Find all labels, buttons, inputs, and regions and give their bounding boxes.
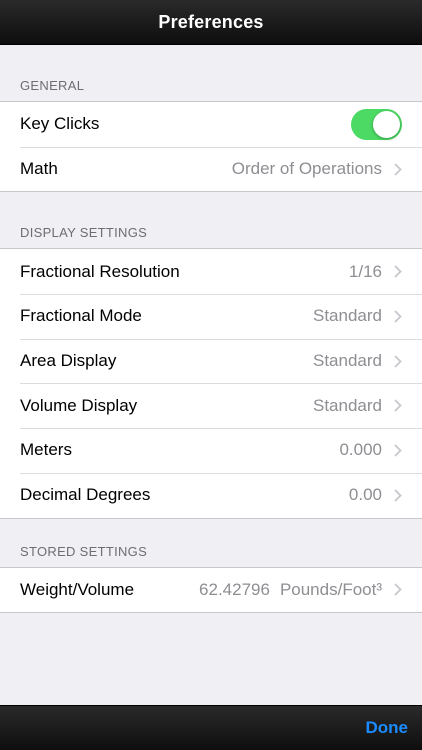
section-header-general: GENERAL bbox=[20, 78, 85, 93]
meters-value: 0.000 bbox=[339, 440, 382, 460]
page-title: Preferences bbox=[158, 11, 264, 32]
group-general: Key Clicks Math Order of Operations bbox=[0, 101, 422, 193]
fractional-mode-value: Standard bbox=[313, 306, 382, 326]
chevron-right-icon bbox=[382, 489, 402, 502]
section-header-display: DISPLAY SETTINGS bbox=[20, 225, 148, 241]
weight-volume-number: 62.42796 bbox=[199, 579, 270, 599]
row-meters[interactable]: Meters 0.000 bbox=[0, 428, 422, 473]
volume-display-value: Standard bbox=[313, 395, 382, 415]
math-value: Order of Operations bbox=[231, 159, 382, 179]
bottom-toolbar: Done bbox=[0, 705, 422, 750]
chevron-right-icon bbox=[382, 310, 402, 323]
weight-volume-unit: Pounds/Foot³ bbox=[279, 579, 382, 599]
row-weight-volume[interactable]: Weight/Volume 62.42796 Pounds/Foot³ bbox=[0, 568, 422, 613]
weight-volume-label: Weight/Volume bbox=[20, 579, 135, 599]
chevron-right-icon bbox=[382, 162, 402, 176]
row-key-clicks: Key Clicks bbox=[0, 102, 422, 147]
row-fractional-resolution[interactable]: Fractional Resolution 1/16 bbox=[0, 249, 422, 294]
fractional-resolution-value: 1/16 bbox=[348, 261, 382, 281]
decimal-degrees-value: 0.00 bbox=[348, 485, 382, 505]
key-clicks-toggle[interactable] bbox=[351, 108, 402, 140]
group-display: Fractional Resolution 1/16 Fractional Mo… bbox=[0, 248, 422, 519]
volume-display-label: Volume Display bbox=[20, 395, 138, 415]
decimal-degrees-label: Decimal Degrees bbox=[20, 485, 151, 505]
row-fractional-mode[interactable]: Fractional Mode Standard bbox=[0, 294, 422, 339]
done-button[interactable]: Done bbox=[366, 718, 409, 738]
math-label: Math bbox=[20, 159, 58, 179]
section-header-stored: STORED SETTINGS bbox=[20, 543, 148, 559]
chevron-right-icon bbox=[382, 583, 402, 596]
row-math[interactable]: Math Order of Operations bbox=[0, 146, 422, 192]
group-stored: Weight/Volume 62.42796 Pounds/Foot³ bbox=[0, 566, 422, 614]
area-display-label: Area Display bbox=[20, 351, 117, 371]
meters-label: Meters bbox=[20, 440, 72, 460]
key-clicks-label: Key Clicks bbox=[20, 114, 100, 134]
toggle-knob bbox=[373, 110, 400, 138]
fractional-mode-label: Fractional Mode bbox=[20, 306, 142, 326]
row-area-display[interactable]: Area Display Standard bbox=[0, 338, 422, 384]
area-display-value: Standard bbox=[313, 351, 382, 371]
preferences-list[interactable]: GENERAL Key Clicks Math Order of Operati… bbox=[0, 45, 422, 705]
weight-volume-value: 62.42796 Pounds/Foot³ bbox=[199, 580, 382, 600]
row-decimal-degrees[interactable]: Decimal Degrees 0.00 bbox=[0, 472, 422, 518]
row-volume-display[interactable]: Volume Display Standard bbox=[0, 383, 422, 428]
chevron-right-icon bbox=[382, 399, 402, 412]
navigation-bar: Preferences bbox=[0, 0, 422, 45]
chevron-right-icon bbox=[382, 444, 402, 457]
chevron-right-icon bbox=[382, 354, 402, 368]
fractional-resolution-label: Fractional Resolution bbox=[20, 261, 180, 281]
chevron-right-icon bbox=[382, 265, 402, 278]
